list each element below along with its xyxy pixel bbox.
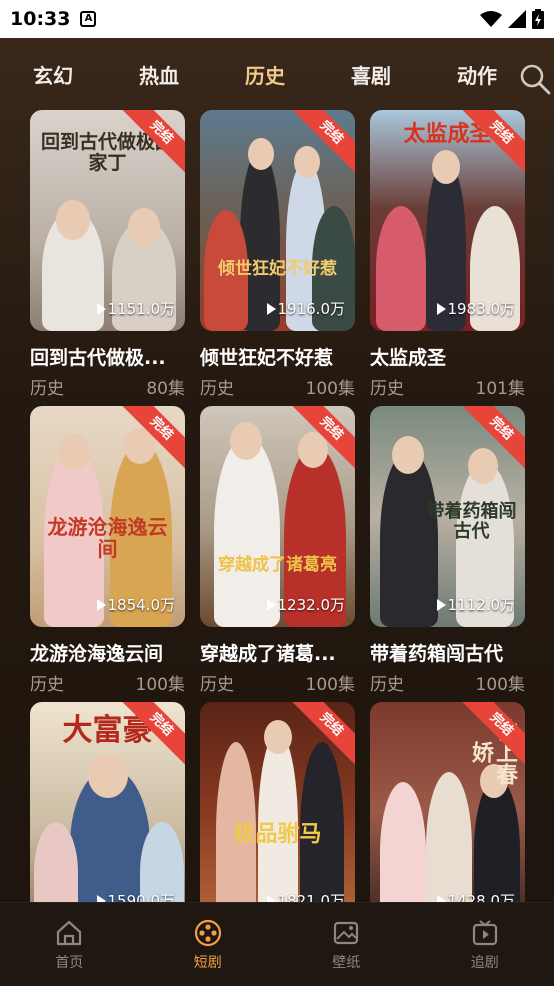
drama-poster[interactable]: 穿越成了诸葛亮 完结 1232.0万 <box>200 406 355 627</box>
drama-poster[interactable]: 枕上春娇 完结 1428.0万 <box>370 702 525 902</box>
drama-card[interactable]: 极品驸马 完结 1821.0万 <box>200 702 355 902</box>
drama-card[interactable]: 穿越成了诸葛亮 完结 1232.0万 穿越成了诸葛... 历史 100集 <box>200 406 355 695</box>
drama-title[interactable]: 倾世狂妃不好惹 <box>200 343 355 370</box>
drama-genre: 历史 <box>200 675 234 695</box>
poster-title-art: 穿越成了诸葛亮 <box>218 555 337 575</box>
play-count: 1232.0万 <box>266 594 345 615</box>
nav-following[interactable]: 追剧 <box>416 903 554 986</box>
poster-title-art: 带着药箱闯古代 <box>426 501 517 542</box>
drama-card[interactable]: 太监成圣 完结 1983.0万 太监成圣 历史 101集 <box>370 110 525 399</box>
drama-grid: 回到古代做极品家丁 完结 1151.0万 回到古代做极... 历史 80集 倾世狂… <box>0 110 554 902</box>
play-count: 1983.0万 <box>436 298 515 319</box>
notification-a-icon: A <box>80 11 97 27</box>
drama-poster[interactable]: 龙游沧海逸云间 完结 1854.0万 <box>30 406 185 627</box>
drama-episodes: 100集 <box>305 675 355 695</box>
film-reel-icon <box>194 919 221 946</box>
search-icon[interactable] <box>518 62 552 96</box>
drama-episodes: 101集 <box>475 379 525 399</box>
drama-card[interactable]: 回到古代做极品家丁 完结 1151.0万 回到古代做极... 历史 80集 <box>30 110 185 399</box>
drama-episodes: 80集 <box>146 379 185 399</box>
drama-episodes: 100集 <box>475 675 525 695</box>
drama-poster[interactable]: 太监成圣 完结 1983.0万 <box>370 110 525 331</box>
poster-title-art: 倾世狂妃不好惹 <box>218 259 337 279</box>
drama-poster[interactable]: 倾世狂妃不好惹 完结 1916.0万 <box>200 110 355 331</box>
drama-genre: 历史 <box>370 675 404 695</box>
play-count: 1428.0万 <box>436 890 515 902</box>
drama-poster[interactable]: 极品驸马 完结 1821.0万 <box>200 702 355 902</box>
wifi-icon <box>480 11 502 27</box>
poster-title-art: 龙游沧海逸云间 <box>47 515 168 561</box>
battery-icon <box>532 9 544 29</box>
drama-poster[interactable]: 带着药箱闯古代 完结 1112.0万 <box>370 406 525 627</box>
tab-lishi[interactable]: 历史 <box>212 60 318 89</box>
poster-title-art: 极品驸马 <box>233 821 322 847</box>
nav-shortdrama[interactable]: 短剧 <box>139 903 278 986</box>
nav-following-label: 追剧 <box>470 954 499 971</box>
wallpaper-icon <box>334 921 359 944</box>
play-count: 1821.0万 <box>266 890 345 902</box>
nav-wallpaper[interactable]: 壁纸 <box>277 903 416 986</box>
play-icon <box>96 598 106 611</box>
tv-play-icon <box>472 919 497 945</box>
nav-home[interactable]: 首页 <box>0 903 139 986</box>
drama-episodes: 100集 <box>135 675 185 695</box>
drama-genre: 历史 <box>30 675 64 695</box>
drama-title[interactable]: 太监成圣 <box>370 343 525 370</box>
drama-title[interactable]: 带着药箱闯古代 <box>370 639 525 666</box>
play-count: 1590.0万 <box>96 890 175 902</box>
status-icons <box>480 9 544 29</box>
play-count: 1112.0万 <box>436 594 515 615</box>
drama-genre: 历史 <box>30 379 64 399</box>
nav-shortdrama-label: 短剧 <box>193 954 222 971</box>
drama-episodes: 100集 <box>305 379 355 399</box>
drama-genre: 历史 <box>370 379 404 399</box>
nav-home-label: 首页 <box>55 954 84 971</box>
play-icon <box>436 598 446 611</box>
play-icon <box>436 894 446 902</box>
drama-card[interactable]: 倾世狂妃不好惹 完结 1916.0万 倾世狂妃不好惹 历史 100集 <box>200 110 355 399</box>
drama-poster[interactable]: 回到古代做极品家丁 完结 1151.0万 <box>30 110 185 331</box>
play-icon <box>96 894 106 902</box>
play-icon <box>266 894 276 902</box>
play-count: 1916.0万 <box>266 298 345 319</box>
signal-icon <box>508 10 526 28</box>
play-icon <box>266 598 276 611</box>
drama-card[interactable]: 大富豪 完结 1590.0万 <box>30 702 185 902</box>
nav-wallpaper-label: 壁纸 <box>332 954 361 971</box>
status-bar: 10:33 A <box>0 0 554 38</box>
status-time: 10:33 <box>10 8 71 30</box>
drama-title[interactable]: 龙游沧海逸云间 <box>30 639 185 666</box>
play-icon <box>96 302 106 315</box>
drama-card[interactable]: 枕上春娇 完结 1428.0万 <box>370 702 525 902</box>
category-tabs: 玄幻 热血 历史 喜剧 动作 <box>0 38 554 110</box>
tab-xiju[interactable]: 喜剧 <box>318 60 424 89</box>
drama-title[interactable]: 穿越成了诸葛... <box>200 639 355 666</box>
bottom-navigation: 首页 短剧 壁纸 追剧 <box>0 902 554 986</box>
play-icon <box>436 302 446 315</box>
drama-poster[interactable]: 大富豪 完结 1590.0万 <box>30 702 185 902</box>
play-count: 1151.0万 <box>96 298 175 319</box>
drama-card[interactable]: 带着药箱闯古代 完结 1112.0万 带着药箱闯古代 历史 100集 <box>370 406 525 695</box>
drama-title[interactable]: 回到古代做极... <box>30 343 185 370</box>
drama-genre: 历史 <box>200 379 234 399</box>
tab-rexue[interactable]: 热血 <box>106 60 212 89</box>
play-count: 1854.0万 <box>96 594 175 615</box>
drama-card[interactable]: 龙游沧海逸云间 完结 1854.0万 龙游沧海逸云间 历史 100集 <box>30 406 185 695</box>
play-icon <box>266 302 276 315</box>
home-icon <box>57 920 82 945</box>
tab-xuanhuan[interactable]: 玄幻 <box>0 60 106 89</box>
tab-dongzuo[interactable]: 动作 <box>424 60 530 89</box>
